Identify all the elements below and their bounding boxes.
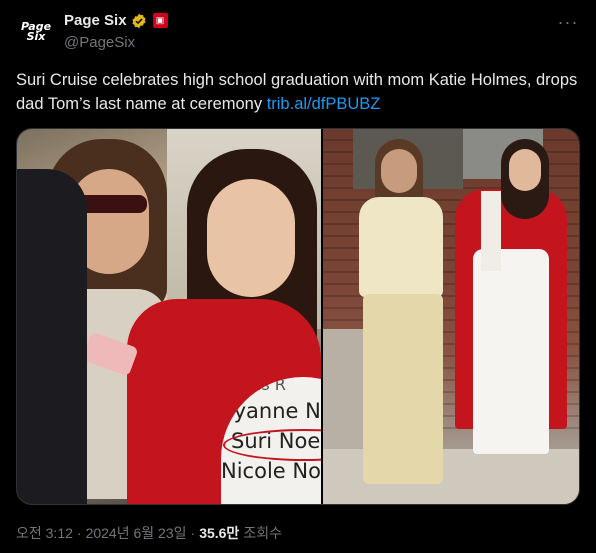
inset-line: ryanne Nob [225, 399, 321, 423]
girl-face [509, 149, 541, 191]
meta-separator: · [190, 525, 196, 541]
avatar-text-line2: Six [26, 30, 46, 43]
views-label: 조회수 [243, 525, 282, 541]
inset-line: ious R [237, 377, 286, 394]
media-photo-right[interactable] [321, 129, 579, 504]
views-count: 35.6만 [199, 525, 240, 541]
cream-top [359, 197, 443, 297]
author-name-row: Page Six ▣ [64, 12, 168, 29]
foreground-figure [17, 169, 87, 504]
verified-badge-icon [131, 13, 147, 29]
author-handle[interactable]: @PageSix [64, 34, 135, 51]
tweet-media[interactable]: ious R ryanne Nob Suri Noelle Nicole Nor… [16, 128, 580, 505]
tweet-text: Suri Cruise celebrates high school gradu… [16, 68, 580, 116]
media-photo-left[interactable]: ious R ryanne Nob Suri Noelle Nicole Nor… [17, 129, 321, 504]
cream-pants [363, 294, 443, 484]
woman-face [381, 149, 417, 193]
affiliate-badge-icon[interactable]: ▣ [152, 13, 168, 28]
inset-line: Nicole Norieg [221, 459, 321, 483]
tweet-meta: 오전 3:12 · 2024년 6월 23일 · 35.6만 조회수 [16, 523, 282, 543]
meta-separator: · [76, 525, 82, 541]
sidewalk [323, 449, 579, 504]
tweet-date[interactable]: 2024년 6월 23일 [86, 523, 187, 543]
author-display-name[interactable]: Page Six [64, 12, 127, 29]
tweet-time[interactable]: 오전 3:12 [16, 523, 73, 543]
tweet-link[interactable]: trib.al/dfPBUBZ [267, 95, 381, 113]
more-options-button[interactable]: ··· [556, 10, 580, 34]
girl-face [207, 179, 295, 297]
author-avatar[interactable]: Page Six [16, 12, 56, 52]
white-dress [473, 249, 549, 454]
white-stole [481, 191, 501, 271]
